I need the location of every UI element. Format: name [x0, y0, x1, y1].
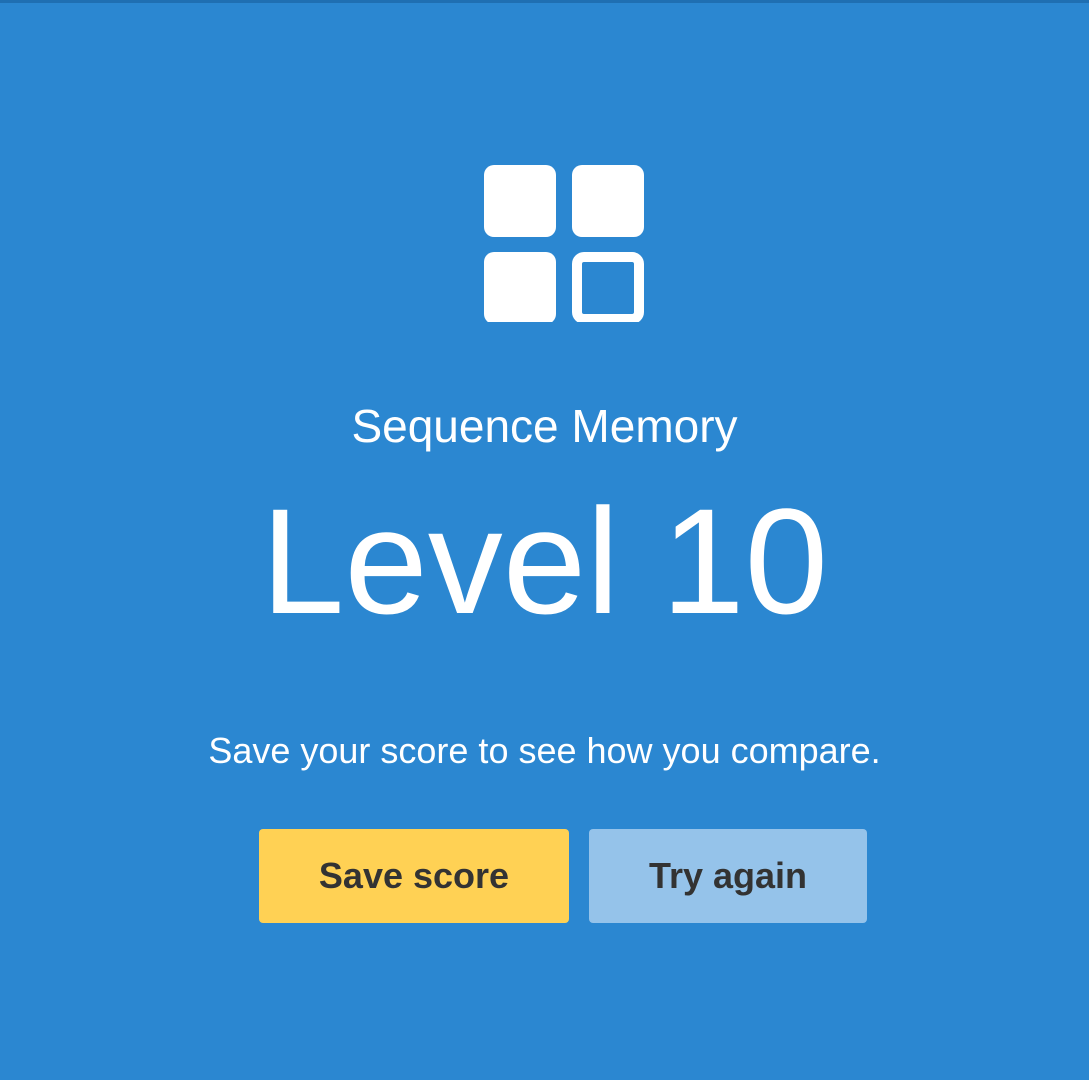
game-title: Sequence Memory [351, 400, 738, 452]
sequence-memory-grid-icon [484, 165, 644, 322]
level-result: Level 10 [260, 477, 829, 645]
save-prompt-text: Save your score to see how you compare. [208, 730, 881, 771]
try-again-button[interactable]: Try again [589, 829, 867, 923]
save-score-button[interactable]: Save score [259, 829, 569, 923]
results-screen: Sequence Memory Level 10 Save your score… [0, 0, 1089, 1080]
